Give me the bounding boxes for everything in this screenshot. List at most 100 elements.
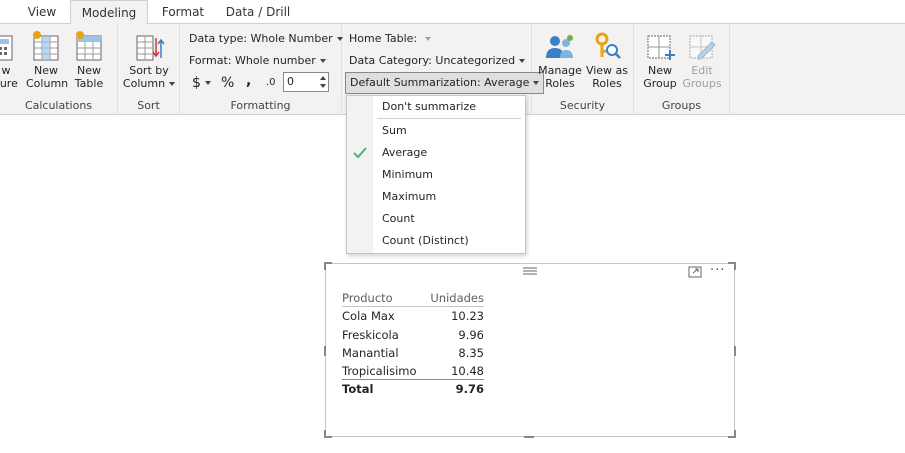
chevron-down-icon <box>519 59 526 63</box>
resize-handle[interactable] <box>734 262 736 270</box>
edit-groups-icon <box>689 35 716 60</box>
menu-gutter <box>347 96 373 253</box>
currency-icon: $ <box>192 75 201 91</box>
new-column-label-1: New <box>34 64 58 77</box>
edit-groups-label-1: Edit <box>691 64 713 77</box>
data-category-dropdown[interactable]: Data Category: Uncategorized <box>349 52 526 70</box>
decimal-places-icon: .0 <box>266 77 276 88</box>
table-row: Tropicalisimo 10.48 <box>342 362 484 381</box>
new-table-icon <box>76 31 102 61</box>
table-row: Freskicola 9.96 <box>342 326 484 344</box>
resize-handle[interactable] <box>524 436 534 438</box>
new-column-label-2: Column <box>26 77 69 90</box>
column-header-unidades[interactable]: Unidades <box>430 289 484 307</box>
tab-view[interactable]: View <box>12 0 72 24</box>
new-measure-button[interactable]: w sure <box>0 30 18 90</box>
decimal-places-spinner[interactable]: 0 <box>283 72 329 92</box>
menu-separator <box>377 118 521 119</box>
table-row: Cola Max 10.23 <box>342 307 484 325</box>
tab-data-drill[interactable]: Data / Drill <box>216 0 300 24</box>
format-dropdown[interactable]: Format: Whole number <box>189 52 326 70</box>
tab-format[interactable]: Format <box>150 0 216 24</box>
resize-handle[interactable] <box>324 346 326 356</box>
more-options-icon[interactable]: ··· <box>710 263 725 278</box>
new-table-label-2: Table <box>74 77 104 90</box>
table-header-row: Producto Unidades <box>342 289 484 308</box>
new-group-label-2: Group <box>643 77 677 90</box>
table-visual[interactable]: ··· Producto Unidades Cola Max 10.23 Fre… <box>324 262 736 438</box>
data-category-label: Data Category: Uncategorized <box>349 54 516 67</box>
sort-by-column-button[interactable]: Sort by Column <box>122 30 176 90</box>
percent-icon: % <box>221 75 235 91</box>
checkmark-icon <box>353 147 367 159</box>
table-cell: Tropicalisimo <box>342 364 417 379</box>
default-summarization-dropdown[interactable]: Default Summarization: Average <box>345 72 545 94</box>
menu-item-average[interactable]: Average <box>382 143 427 163</box>
new-table-button[interactable]: New Table <box>70 30 108 90</box>
table-row: Manantial 8.35 <box>342 344 484 362</box>
chevron-down-icon <box>204 81 211 85</box>
menu-item-count[interactable]: Count <box>382 209 415 229</box>
resize-handle[interactable] <box>324 430 326 438</box>
new-measure-label-2: sure <box>0 77 18 90</box>
menu-item-minimum[interactable]: Minimum <box>382 165 433 185</box>
table-cell: Cola Max <box>342 309 395 324</box>
table-cell: 10.23 <box>451 309 484 324</box>
new-group-icon <box>647 35 675 60</box>
total-value: 9.76 <box>455 382 484 397</box>
edit-groups-button: Edit Groups <box>682 30 722 90</box>
group-groups: New Group Edit Groups Groups <box>634 24 730 115</box>
data-type-label: Data type: Whole Number <box>189 32 333 45</box>
ribbon-tabs: View Modeling Format Data / Drill <box>0 0 905 25</box>
resize-handle[interactable] <box>734 430 736 438</box>
format-label: Format: Whole number <box>189 54 316 67</box>
menu-item-dont-summarize[interactable]: Don't summarize <box>382 97 476 117</box>
groups-group-label: Groups <box>661 99 702 112</box>
formatting-group-label: Formatting <box>230 99 291 112</box>
menu-item-maximum[interactable]: Maximum <box>382 187 436 207</box>
spin-down-icon[interactable] <box>320 84 326 88</box>
view-as-roles-label-1: View as <box>585 64 629 77</box>
table-cell: Manantial <box>342 345 399 360</box>
manage-roles-icon <box>546 35 573 58</box>
focus-mode-icon[interactable] <box>688 266 702 278</box>
app-window: View Modeling Format Data / Drill w sure… <box>0 0 905 453</box>
table-cell: 8.35 <box>458 345 484 360</box>
new-column-icon <box>33 31 59 61</box>
summarization-menu: Don't summarize Sum Average Minimum Maxi… <box>346 95 526 254</box>
decimal-places-value: 0 <box>287 75 294 88</box>
manage-roles-button[interactable]: Manage Roles <box>536 30 584 90</box>
sort-by-column-icon <box>136 35 165 61</box>
chevron-down-icon <box>319 59 326 63</box>
table-cell: 9.96 <box>458 327 484 342</box>
data-type-dropdown[interactable]: Data type: Whole Number <box>189 30 343 48</box>
comma-icon: , <box>246 73 252 89</box>
view-as-roles-label-2: Roles <box>592 77 622 90</box>
currency-format-button[interactable]: $ <box>192 74 211 92</box>
resize-handle[interactable] <box>324 262 326 270</box>
view-as-roles-button[interactable]: View as Roles <box>584 30 630 90</box>
calculations-group-label: Calculations <box>24 99 93 112</box>
spin-up-icon[interactable] <box>320 76 326 80</box>
edit-groups-label-2: Groups <box>682 77 722 90</box>
menu-item-count-distinct[interactable]: Count (Distinct) <box>382 231 469 251</box>
group-sort: Sort by Column Sort <box>118 24 180 115</box>
new-column-button[interactable]: New Column <box>26 30 69 90</box>
column-header-producto[interactable]: Producto <box>342 289 393 307</box>
resize-handle[interactable] <box>734 346 736 356</box>
table-cell: Freskicola <box>342 327 399 342</box>
sort-by-column-label-2: Column <box>122 77 166 90</box>
data-table: Producto Unidades Cola Max 10.23 Freskic… <box>342 289 484 399</box>
home-table-label: Home Table: <box>349 32 418 45</box>
home-table-dropdown: Home Table: <box>349 30 432 48</box>
total-label: Total <box>342 382 374 397</box>
drag-grip-icon[interactable] <box>522 266 538 276</box>
menu-item-sum[interactable]: Sum <box>382 121 407 141</box>
new-table-label-1: New <box>77 64 101 77</box>
percent-format-button[interactable]: % <box>221 74 234 92</box>
tab-modeling[interactable]: Modeling <box>70 0 148 25</box>
comma-style-button[interactable]: , <box>246 72 251 90</box>
new-group-button[interactable]: New Group <box>640 30 680 90</box>
manage-roles-label-1: Manage <box>538 64 582 77</box>
group-security: Manage Roles View as Roles Security <box>532 24 634 115</box>
